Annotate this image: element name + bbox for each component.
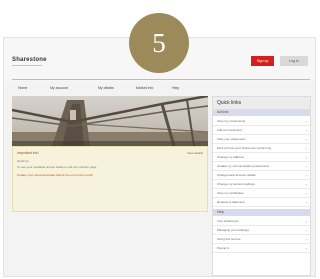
quick-link-label: Find out how your shares are performing bbox=[217, 146, 272, 150]
bridge-photo bbox=[12, 96, 208, 146]
quick-link-label: Your statements bbox=[217, 219, 239, 223]
chevron-right-icon: › bbox=[305, 164, 307, 169]
nav-item-market-info[interactable]: Market info bbox=[136, 84, 153, 92]
notice-line[interactable]: Update your personal details before the … bbox=[17, 173, 93, 177]
nav-item-my-account[interactable]: My account bbox=[50, 84, 68, 92]
notice-line: To see your available shares balance vis… bbox=[17, 165, 97, 169]
log-in-button[interactable]: Log in bbox=[280, 56, 308, 66]
chevron-right-icon: › bbox=[305, 228, 307, 233]
quick-link-label: View your statements bbox=[217, 137, 246, 141]
quick-link-row[interactable]: View my certificates › bbox=[213, 189, 310, 198]
quick-link-row[interactable]: Paying in › bbox=[213, 244, 310, 253]
step-number-badge: 5 bbox=[129, 13, 189, 73]
quick-links-panel: Quick links Actions View my investments ›… bbox=[212, 96, 311, 276]
hero-banner bbox=[12, 96, 208, 146]
notice-link[interactable]: View details bbox=[187, 151, 203, 155]
quick-link-row[interactable]: Update my communication preferences › bbox=[213, 162, 310, 171]
quick-link-label: Change my address bbox=[217, 155, 244, 159]
main-navigation: Home My account My details Market info H… bbox=[12, 84, 310, 92]
header-divider bbox=[12, 79, 310, 80]
chevron-right-icon: › bbox=[305, 237, 307, 242]
quick-link-label: Paying in bbox=[217, 246, 230, 250]
chevron-right-icon: › bbox=[305, 146, 307, 151]
quick-link-row[interactable]: Find out how your shares are performing › bbox=[213, 144, 310, 153]
quick-link-label: Update my communication preferences bbox=[217, 164, 270, 168]
site-logo[interactable]: Sharestone bbox=[12, 57, 47, 63]
chevron-right-icon: › bbox=[305, 182, 307, 187]
quick-link-row[interactable]: Using this service › bbox=[213, 235, 310, 244]
quick-link-row[interactable]: Managing your holdings › bbox=[213, 226, 310, 235]
quick-link-row[interactable]: Your statements › bbox=[213, 217, 310, 226]
app-screenshot: Sharestone Sign up Log in Home My accoun… bbox=[3, 37, 316, 277]
nav-item-home[interactable]: Home bbox=[18, 84, 27, 92]
chevron-right-icon: › bbox=[305, 173, 307, 178]
quick-link-label: View my investments bbox=[217, 119, 246, 123]
quick-link-row[interactable]: Change my account settings › bbox=[213, 180, 310, 189]
sign-up-button[interactable]: Sign up bbox=[251, 56, 274, 66]
section-header-actions: Actions bbox=[213, 109, 310, 116]
quick-link-row[interactable]: Request a statement › bbox=[213, 198, 310, 207]
quick-link-row[interactable]: View my investments › bbox=[213, 117, 310, 126]
quick-link-row[interactable]: Change bank account details › bbox=[213, 171, 310, 180]
chevron-right-icon: › bbox=[305, 137, 307, 142]
chevron-right-icon: › bbox=[305, 155, 307, 160]
notice-line: Quick tip bbox=[17, 159, 29, 163]
chevron-right-icon: › bbox=[305, 191, 307, 196]
panel-title: Quick links bbox=[213, 97, 310, 109]
quick-link-label: Request a statement bbox=[217, 200, 245, 204]
nav-item-my-details[interactable]: My details bbox=[98, 84, 114, 92]
quick-link-row[interactable]: View your statements › bbox=[213, 135, 310, 144]
quick-link-row[interactable]: Add an investment › bbox=[213, 126, 310, 135]
quick-link-label: Managing your holdings bbox=[217, 228, 249, 232]
quick-link-label: Change my account settings bbox=[217, 182, 255, 186]
quick-link-label: Using this service bbox=[217, 237, 241, 241]
logo-underline bbox=[12, 65, 42, 66]
quick-link-label: View my certificates bbox=[217, 191, 244, 195]
chevron-right-icon: › bbox=[305, 246, 307, 251]
quick-link-row[interactable]: Change my address › bbox=[213, 153, 310, 162]
chevron-right-icon: › bbox=[305, 119, 307, 124]
notice-box: Important info View details Quick tip To… bbox=[12, 146, 208, 212]
section-header-help: Help bbox=[213, 209, 310, 216]
chevron-right-icon: › bbox=[305, 219, 307, 224]
chevron-right-icon: › bbox=[305, 128, 307, 133]
quick-link-label: Add an investment bbox=[217, 128, 242, 132]
nav-item-help[interactable]: Help bbox=[172, 84, 179, 92]
chevron-right-icon: › bbox=[305, 200, 307, 205]
quick-link-label: Change bank account details bbox=[217, 173, 256, 177]
notice-title: Important info bbox=[17, 151, 39, 155]
